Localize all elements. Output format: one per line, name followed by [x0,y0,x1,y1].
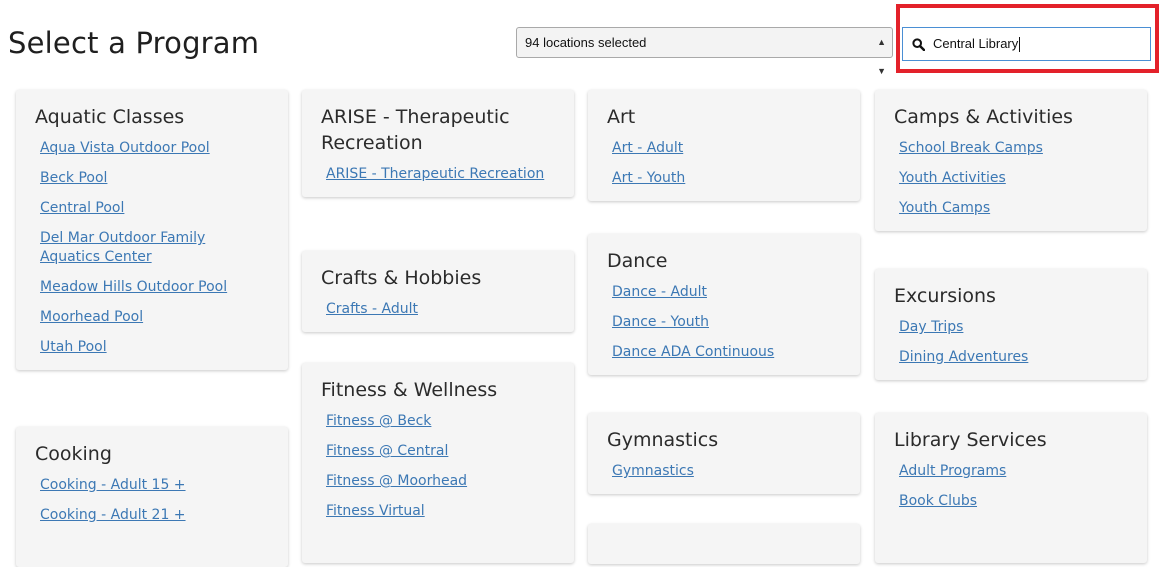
program-card: Art Art - Adult Art - Youth [588,90,860,201]
program-link[interactable]: Youth Camps [899,200,990,216]
program-link[interactable]: School Break Camps [899,140,1043,156]
program-link[interactable]: Fitness Virtual [326,503,425,519]
program-card: Gymnastics Gymnastics [588,413,860,494]
list-item: Beck Pool [16,168,288,187]
list-item: Utah Pool [16,337,288,356]
card-title: Cooking [35,443,112,465]
search-icon [912,38,925,51]
program-card: Aquatic Classes Aqua Vista Outdoor Pool … [16,90,288,370]
program-link[interactable]: Fitness @ Beck [326,413,431,429]
card-title: Crafts & Hobbies [321,267,482,289]
program-link[interactable]: Art - Adult [612,140,683,156]
program-card: Camps & Activities School Break Camps Yo… [875,90,1147,231]
list-item: Crafts - Adult [302,299,574,318]
list-item: Cooking - Adult 21 + [16,505,288,524]
card-title: Excursions [894,285,996,307]
list-item: Cooking - Adult 15 + [16,475,288,494]
card-title: Camps & Activities [894,106,1073,128]
program-card: Fitness & Wellness Fitness @ Beck Fitnes… [302,363,574,563]
program-link[interactable]: Meadow Hills Outdoor Pool [40,279,227,295]
card-title: Library Services [894,429,1047,451]
list-item: Adult Programs [875,461,1147,480]
program-card: Excursions Day Trips Dining Adventures [875,269,1147,380]
program-link[interactable]: Dance - Adult [612,284,707,300]
list-item: Fitness Virtual [302,501,574,520]
list-item: Dance ADA Continuous [588,342,860,361]
program-link[interactable]: Book Clubs [899,493,977,509]
card-title: Art [607,106,636,128]
program-card: Dance Dance - Adult Dance - Youth Dance … [588,234,860,375]
list-item: Book Clubs [875,491,1147,510]
select-arrows-icon: ▲ ▼ [877,37,886,76]
list-item: ARISE - Therapeutic Recreation [302,164,574,183]
location-select-value: 94 locations selected [525,35,647,50]
program-link[interactable]: Adult Programs [899,463,1006,479]
list-item: Moorhead Pool [16,307,288,326]
list-item: Aqua Vista Outdoor Pool [16,138,288,157]
program-link[interactable]: Dance - Youth [612,314,709,330]
list-item: Dance - Adult [588,282,860,301]
program-card: ARISE - Therapeutic Recreation ARISE - T… [302,90,574,197]
location-select[interactable]: 94 locations selected ▲ ▼ [516,27,893,76]
card-title: Fitness & Wellness [321,379,498,401]
program-card [588,524,860,564]
list-item: Gymnastics [588,461,860,480]
list-item: Meadow Hills Outdoor Pool [16,277,288,296]
list-item: Dining Adventures [875,347,1147,366]
program-link[interactable]: Beck Pool [40,170,107,186]
page-title: Select a Program [8,26,260,60]
card-title: Aquatic Classes [35,106,185,128]
program-link[interactable]: Fitness @ Moorhead [326,473,467,489]
search-input-value: Central Library [933,36,1021,53]
list-item: Fitness @ Moorhead [302,471,574,490]
program-card: Crafts & Hobbies Crafts - Adult [302,251,574,332]
list-item: Central Pool [16,198,288,217]
program-link[interactable]: Moorhead Pool [40,309,143,325]
list-item: Youth Activities [875,168,1147,187]
program-link[interactable]: Utah Pool [40,339,107,355]
program-link[interactable]: Dance ADA Continuous [612,344,774,360]
program-link[interactable]: Crafts - Adult [326,301,418,317]
program-link[interactable]: Fitness @ Central [326,443,448,459]
list-item: Fitness @ Central [302,441,574,460]
card-title: Gymnastics [607,429,719,451]
program-link[interactable]: Del Mar Outdoor Family Aquatics Center [40,230,205,265]
program-link[interactable]: Cooking - Adult 21 + [40,507,186,523]
list-item: Del Mar Outdoor Family Aquatics Center [16,228,288,266]
program-link[interactable]: Dining Adventures [899,349,1028,365]
program-link[interactable]: ARISE - Therapeutic Recreation [326,166,544,182]
program-link[interactable]: Cooking - Adult 15 + [40,477,186,493]
program-card: Cooking Cooking - Adult 15 + Cooking - A… [16,427,288,567]
program-link[interactable]: Art - Youth [612,170,685,186]
text-caret [1019,37,1021,53]
list-item: School Break Camps [875,138,1147,157]
list-item: Fitness @ Beck [302,411,574,430]
program-link[interactable]: Youth Activities [899,170,1006,186]
search-input[interactable]: Central Library [902,27,1151,61]
list-item: Art - Adult [588,138,860,157]
list-item: Art - Youth [588,168,860,187]
card-title: ARISE - Therapeutic Recreation [321,106,510,154]
program-link[interactable]: Central Pool [40,200,124,216]
list-item: Day Trips [875,317,1147,336]
program-link[interactable]: Gymnastics [612,463,694,479]
program-card: Library Services Adult Programs Book Clu… [875,413,1147,563]
program-link[interactable]: Aqua Vista Outdoor Pool [40,140,210,156]
list-item: Youth Camps [875,198,1147,217]
card-title: Dance [607,250,668,272]
program-link[interactable]: Day Trips [899,319,963,335]
list-item: Dance - Youth [588,312,860,331]
